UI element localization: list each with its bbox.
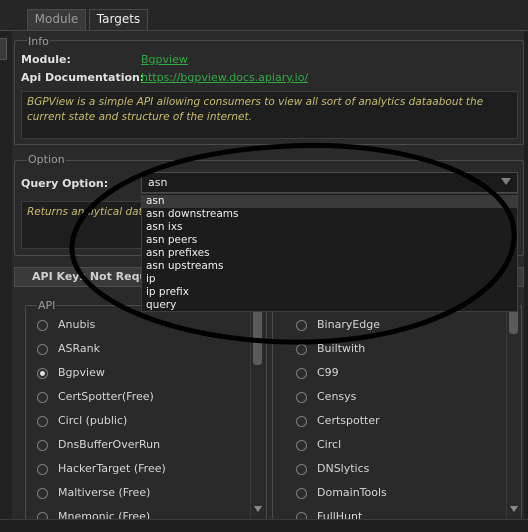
- radio-button[interactable]: [296, 416, 307, 427]
- query-option-value: asn: [148, 176, 168, 189]
- option-group-title: Option: [27, 153, 66, 166]
- radio-button[interactable]: [37, 464, 48, 475]
- radio-button[interactable]: [296, 320, 307, 331]
- dropdown-option[interactable]: asn ixs: [142, 221, 517, 234]
- scroll-down-icon[interactable]: [510, 506, 518, 512]
- dropdown-option[interactable]: query: [142, 299, 517, 312]
- radio-label: C99: [317, 366, 339, 379]
- radio-button[interactable]: [296, 368, 307, 379]
- radio-label: Maltiverse (Free): [58, 486, 151, 499]
- api-doc-label: Api Documentation:: [21, 71, 145, 84]
- radio-button[interactable]: [296, 392, 307, 403]
- dropdown-option[interactable]: asn upstreams: [142, 260, 517, 273]
- bottom-bar: [0, 519, 528, 532]
- radio-button[interactable]: [37, 344, 48, 355]
- radio-label: HackerTarget (Free): [58, 462, 166, 475]
- option-description-text: Returns analytical data: [27, 206, 150, 218]
- chevron-down-icon[interactable]: [501, 178, 511, 185]
- radio-label: CertSpotter(Free): [58, 390, 154, 403]
- tab-module[interactable]: Module: [27, 9, 86, 30]
- api-left-list: Anubis ASRank Bgpview CertSpotter(Free) …: [37, 318, 237, 523]
- scroll-thumb[interactable]: [509, 310, 518, 334]
- radio-label: Circl (public): [58, 414, 128, 427]
- dropdown-option[interactable]: asn peers: [142, 234, 517, 247]
- query-option-select[interactable]: asn: [141, 172, 518, 193]
- api-group-title: API: [37, 299, 57, 312]
- query-option-label: Query Option:: [21, 177, 109, 190]
- radio-label: Bgpview: [58, 366, 105, 379]
- tab-targets[interactable]: Targets: [89, 9, 148, 30]
- api-right-list: BinaryEdge Builtwith C99 Censys Certspot…: [296, 318, 496, 523]
- radio-button[interactable]: [296, 464, 307, 475]
- radio-label: BinaryEdge: [317, 318, 381, 331]
- radio-label: ASRank: [58, 342, 100, 355]
- dropdown-option[interactable]: ip: [142, 273, 517, 286]
- radio-button[interactable]: [37, 488, 48, 499]
- dropdown-option[interactable]: asn prefixes: [142, 247, 517, 260]
- dropdown-option[interactable]: asn: [142, 195, 517, 208]
- radio-button[interactable]: [296, 488, 307, 499]
- radio-button[interactable]: [37, 416, 48, 427]
- radio-label: Censys: [317, 390, 357, 403]
- api-left-scrollbar[interactable]: [250, 296, 264, 519]
- dropdown-option[interactable]: ip prefix: [142, 286, 517, 299]
- scroll-down-icon[interactable]: [254, 506, 262, 512]
- radio-button[interactable]: [37, 392, 48, 403]
- radio-label: Certspotter: [317, 414, 380, 427]
- left-gutter: [0, 31, 12, 532]
- right-edge: [524, 31, 528, 532]
- left-collapse-handle[interactable]: [0, 38, 7, 60]
- radio-button[interactable]: [296, 440, 307, 451]
- radio-button[interactable]: [296, 344, 307, 355]
- module-link[interactable]: Bgpview: [141, 53, 188, 66]
- radio-button[interactable]: [37, 320, 48, 331]
- radio-button-selected[interactable]: [37, 368, 48, 379]
- scroll-thumb[interactable]: [253, 310, 262, 365]
- info-group-title: Info: [27, 35, 50, 48]
- radio-label: DNSlytics: [317, 462, 370, 475]
- radio-label: Circl: [317, 438, 342, 451]
- module-label: Module:: [21, 53, 71, 66]
- radio-label: Anubis: [58, 318, 96, 331]
- api-right-scrollbar[interactable]: [506, 296, 520, 519]
- radio-label: DnsBufferOverRun: [58, 438, 161, 451]
- api-doc-link[interactable]: https://bgpview.docs.apiary.io/: [141, 71, 308, 84]
- query-option-dropdown[interactable]: asn asn downstreams asn ixs asn peers as…: [141, 193, 518, 312]
- module-description: BGPView is a simple API allowing consume…: [21, 91, 518, 139]
- radio-button[interactable]: [37, 440, 48, 451]
- dropdown-option[interactable]: asn downstreams: [142, 208, 517, 221]
- radio-label: Builtwith: [317, 342, 366, 355]
- radio-label: DomainTools: [317, 486, 387, 499]
- tab-divider: [0, 30, 528, 31]
